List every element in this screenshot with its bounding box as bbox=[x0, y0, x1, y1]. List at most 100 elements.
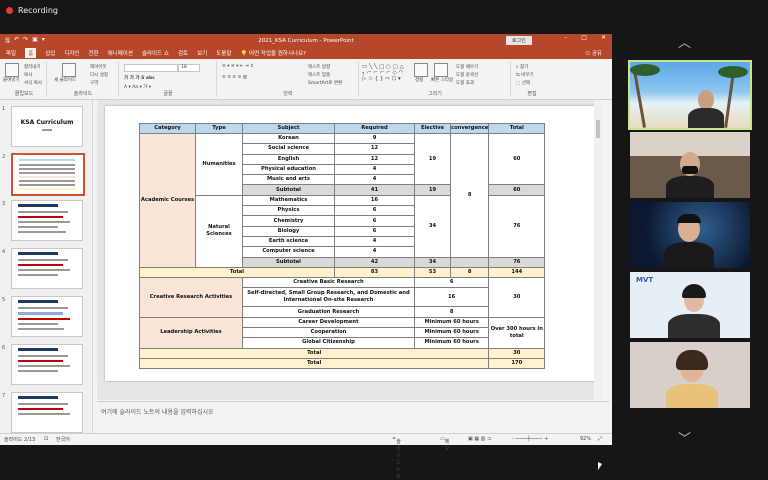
thumb-line bbox=[18, 413, 70, 415]
participant-video-3[interactable] bbox=[630, 202, 750, 268]
text-direction-button[interactable]: 텍스트 방향 bbox=[308, 64, 330, 70]
list-buttons[interactable]: ≡ ▾ ≡ ▾ ⇤ ⇥ ↕ bbox=[222, 64, 254, 69]
shapes-gallery[interactable]: ▭ ╲ ╲ □ ○ ▢ △ ╮ ⌐ ⌐ ⌐ ⌐ ◇ ◠ ▷ ☆ { } ⇨ ⬡ ▾ bbox=[362, 64, 404, 82]
slide-thumbnail-7[interactable] bbox=[11, 392, 83, 433]
shape-fill-button[interactable]: 도형 채우기 bbox=[456, 64, 478, 70]
slide-thumbnail-5[interactable] bbox=[11, 296, 83, 337]
format-painter-button[interactable]: 서식 복사 bbox=[24, 80, 42, 86]
slide-thumbnail-1[interactable]: KSA Curriculum bbox=[11, 106, 83, 147]
view-buttons[interactable]: ▣ ▦ ▥ ⊐ bbox=[468, 436, 491, 442]
slide-thumbnail-2[interactable] bbox=[11, 153, 85, 196]
subject-cell: English bbox=[242, 153, 335, 165]
menu-review[interactable]: 검토 bbox=[178, 49, 188, 57]
thumb-line bbox=[18, 408, 63, 410]
subtotal-required: 41 bbox=[334, 184, 415, 196]
comments-toggle[interactable]: ▭ 메모 bbox=[440, 436, 449, 452]
shape-effects-button[interactable]: 도형 효과 bbox=[456, 80, 474, 86]
arrange-label[interactable]: 정렬 bbox=[415, 77, 423, 83]
align-text-button[interactable]: 텍스트 맞춤 bbox=[308, 72, 330, 78]
zoom-slider[interactable]: - ────┼──── + bbox=[512, 436, 548, 442]
slide-thumbnail-4[interactable] bbox=[11, 248, 83, 289]
align-buttons[interactable]: ≡ ≡ ≡ ≡ ▥ bbox=[222, 75, 247, 80]
participant-video-4[interactable]: MVT bbox=[630, 272, 750, 338]
required-cell: Minimum 60 hours bbox=[413, 337, 490, 349]
new-slide-label[interactable]: 새 슬라이드 bbox=[54, 77, 76, 83]
thumb-number: 4 bbox=[2, 249, 6, 255]
cut-button[interactable]: 잘라내기 bbox=[24, 64, 41, 70]
section-button[interactable]: 구역 bbox=[90, 80, 98, 86]
language-status[interactable]: 한국어 bbox=[56, 436, 70, 443]
required-cell: 4 bbox=[334, 246, 415, 258]
menu-bar: 파일 홈 삽입 디자인 전환 애니메이션 슬라이드 쇼 검토 보기 도움말 💡 … bbox=[0, 47, 612, 59]
scrollbar-thumb[interactable] bbox=[596, 120, 600, 138]
font-size-box[interactable]: 18 bbox=[178, 64, 200, 72]
participant-video-1[interactable] bbox=[628, 60, 752, 130]
slide-thumbnail-3[interactable] bbox=[11, 200, 83, 241]
menu-animations[interactable]: 애니메이션 bbox=[108, 49, 133, 57]
quick-styles-icon[interactable] bbox=[434, 63, 448, 77]
menu-transitions[interactable]: 전환 bbox=[89, 49, 99, 57]
menu-view[interactable]: 보기 bbox=[197, 49, 207, 57]
arrange-icon[interactable] bbox=[414, 63, 428, 77]
elective-cell: 34 bbox=[414, 194, 451, 258]
login-button[interactable]: 로그인 bbox=[506, 36, 532, 45]
copy-button[interactable]: 복사 bbox=[24, 72, 32, 78]
layout-button[interactable]: 레이아웃 bbox=[90, 64, 107, 70]
menu-slideshow[interactable]: 슬라이드 쇼 bbox=[142, 49, 169, 57]
fit-to-window-icon[interactable]: ⤢ bbox=[598, 436, 602, 442]
subject-cell: Korean bbox=[242, 132, 335, 145]
thumb-title-band bbox=[18, 252, 58, 255]
participant-video-2[interactable] bbox=[630, 132, 750, 198]
menu-file[interactable]: 파일 bbox=[6, 49, 16, 57]
title-bar: 🖫 ↶ ↷ ▣ ▾ 2021_KSA Curriculum - PowerPoi… bbox=[0, 34, 612, 47]
thumb-line bbox=[18, 231, 66, 233]
quick-styles-label[interactable]: 빠른 스타일 bbox=[431, 77, 453, 83]
menu-home[interactable]: 홈 bbox=[25, 48, 37, 58]
type-cell: Humanities bbox=[195, 133, 243, 196]
subject-cell: Self-directed, Small Group Research, and… bbox=[242, 287, 415, 308]
record-dot-icon bbox=[6, 7, 13, 14]
shape-outline-button[interactable]: 도형 윤곽선 bbox=[456, 72, 478, 78]
notes-pane[interactable]: 여기에 슬라이드 노트의 내용을 입력하십시오 bbox=[97, 401, 609, 432]
thumb-line bbox=[19, 176, 75, 178]
smartart-button[interactable]: SmartArt로 변환 bbox=[308, 80, 342, 86]
participant-video-5[interactable] bbox=[630, 342, 750, 408]
zoom-level[interactable]: 92% bbox=[580, 436, 591, 442]
slide-thumbnail-6[interactable] bbox=[11, 344, 83, 385]
editing-group: ⌕ 찾기 ⇆ 바꾸기 ⬚ 선택 편집 bbox=[512, 61, 552, 97]
menu-insert[interactable]: 삽입 bbox=[45, 49, 55, 57]
menu-help[interactable]: 도움말 bbox=[216, 49, 231, 57]
reset-button[interactable]: 다시 설정 bbox=[90, 72, 108, 78]
menu-design[interactable]: 디자인 bbox=[64, 49, 79, 57]
close-button[interactable]: ✕ bbox=[601, 34, 606, 41]
vertical-scrollbar[interactable] bbox=[594, 100, 602, 400]
paragraph-group: ≡ ▾ ≡ ▾ ⇤ ⇥ ↕ 텍스트 방향 텍스트 맞춤 SmartArt로 변환… bbox=[218, 61, 359, 97]
notes-toggle-label: 슬라이드 노트 bbox=[396, 439, 401, 480]
curriculum-table[interactable]: Category Type Subject Required Elective … bbox=[138, 123, 546, 370]
tell-me-search[interactable]: 💡 어떤 작업을 원하시나요? bbox=[240, 49, 306, 57]
required-cell: 4 bbox=[334, 174, 415, 186]
scroll-down-icon[interactable]: ﹀ bbox=[678, 428, 691, 447]
paste-icon[interactable] bbox=[5, 63, 19, 77]
header-cell: Total bbox=[488, 123, 546, 134]
restore-button[interactable]: □ bbox=[581, 34, 587, 41]
bold-button[interactable]: 가 가 가 S abc bbox=[124, 75, 155, 81]
font-name-box[interactable] bbox=[124, 64, 178, 72]
thumb-line bbox=[42, 129, 52, 131]
scroll-up-icon[interactable]: ︿ bbox=[678, 32, 691, 51]
paste-label[interactable]: 붙여넣기 bbox=[3, 77, 20, 83]
minimize-button[interactable]: – bbox=[564, 34, 567, 41]
thumb-line bbox=[19, 180, 75, 182]
spellcheck-icon[interactable]: ⊡ bbox=[44, 436, 48, 442]
slide[interactable]: Category Type Subject Required Elective … bbox=[105, 106, 595, 381]
share-button[interactable]: ⚇ 공유 bbox=[585, 49, 602, 57]
notes-toggle[interactable]: ≐ 슬라이드 노트 bbox=[392, 436, 401, 480]
replace-label: 바꾸기 bbox=[521, 73, 534, 78]
thumb-title-band bbox=[18, 396, 58, 399]
thumb-line bbox=[18, 370, 58, 372]
new-slide-icon[interactable] bbox=[62, 63, 76, 77]
thumb-line bbox=[19, 168, 75, 170]
find-button[interactable]: ⌕ 찾기 bbox=[516, 64, 528, 70]
select-button[interactable]: ⬚ 선택 bbox=[516, 80, 530, 86]
replace-button[interactable]: ⇆ 바꾸기 bbox=[516, 72, 534, 78]
